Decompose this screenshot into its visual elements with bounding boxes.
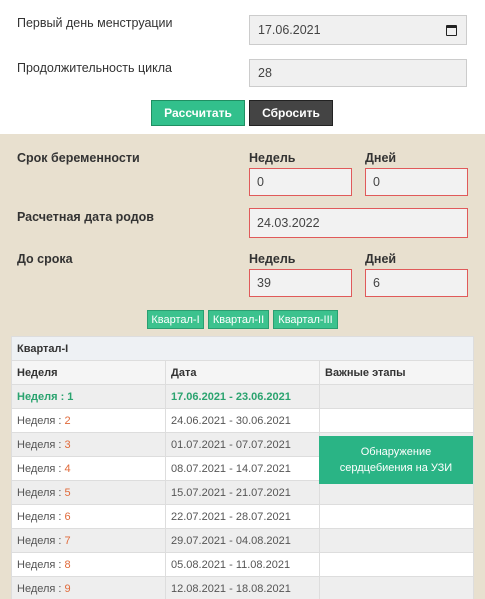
week-number: 3 — [64, 438, 71, 451]
due-date-field[interactable]: 24.03.2022 — [249, 208, 468, 238]
term-days-field[interactable]: 0 — [365, 168, 468, 196]
results-panel: Срок беременности Недель Дней 0 0 Расчет… — [0, 134, 485, 599]
week-cell: Неделя :6 — [12, 505, 166, 528]
table-caption: Квартал-I — [12, 337, 473, 361]
week-cell: Неделя :2 — [12, 409, 166, 432]
first-day-label: Первый день менструации — [17, 16, 173, 30]
remaining-days-label: Дней — [365, 252, 397, 266]
week-prefix: Неделя : — [17, 486, 62, 499]
tab-quarter-2[interactable]: Квартал-II — [208, 310, 269, 329]
milestone-cell — [320, 553, 473, 576]
table-row: Неделя :2 24.06.2021 - 30.06.2021 — [12, 409, 473, 433]
week-number: 5 — [64, 486, 71, 499]
week-prefix: Неделя : — [17, 414, 62, 427]
cycle-length-input[interactable]: 28 — [249, 59, 467, 87]
remaining-days-field[interactable]: 6 — [365, 269, 468, 297]
week-number: 7 — [64, 534, 71, 547]
week-prefix: Неделя : — [17, 558, 62, 571]
milestone-cell — [320, 577, 473, 599]
remaining-weeks-field[interactable]: 39 — [249, 269, 352, 297]
due-date-label: Расчетная дата родов — [17, 210, 154, 224]
term-days-label: Дней — [365, 151, 397, 165]
pregnancy-term-label: Срок беременности — [17, 151, 140, 165]
week-cell: Неделя :9 — [12, 577, 166, 599]
week-prefix: Неделя : — [17, 534, 62, 547]
milestone-cell — [320, 481, 473, 504]
week-prefix: Неделя : — [17, 390, 65, 403]
date-cell: 22.07.2021 - 28.07.2021 — [166, 505, 320, 528]
cycle-length-value: 28 — [258, 66, 272, 80]
calendar-icon[interactable] — [446, 25, 457, 36]
date-cell: 05.08.2021 - 11.08.2021 — [166, 553, 320, 576]
week-cell: Неделя :3 — [12, 433, 166, 456]
week-number: 8 — [64, 558, 71, 571]
first-day-date-input[interactable]: 17.06.2021 — [249, 15, 467, 45]
milestone-heartbeat: Обнаружение сердцебиения на УЗИ — [319, 436, 473, 484]
week-prefix: Неделя : — [17, 510, 62, 523]
tab-quarter-1[interactable]: Квартал-I — [147, 310, 204, 329]
date-cell: 24.06.2021 - 30.06.2021 — [166, 409, 320, 432]
milestone-cell — [320, 505, 473, 528]
table-row: Неделя :1 17.06.2021 - 23.06.2021 — [12, 385, 473, 409]
input-section: Первый день менструации 17.06.2021 Продо… — [0, 0, 485, 134]
date-cell: 01.07.2021 - 07.07.2021 — [166, 433, 320, 456]
week-number: 9 — [64, 582, 71, 595]
first-day-value: 17.06.2021 — [258, 23, 321, 37]
header-milestones: Важные этапы — [325, 366, 406, 379]
term-weeks-field[interactable]: 0 — [249, 168, 352, 196]
table-header: Неделя Дата Важные этапы — [12, 361, 473, 385]
week-cell: Неделя :5 — [12, 481, 166, 504]
reset-button[interactable]: Сбросить — [249, 100, 333, 126]
week-number: 2 — [64, 414, 71, 427]
week-number: 6 — [64, 510, 71, 523]
header-week: Неделя — [12, 361, 166, 384]
table-row: Неделя :8 05.08.2021 - 11.08.2021 — [12, 553, 473, 577]
calculate-button[interactable]: Рассчитать — [151, 100, 245, 126]
date-cell: 15.07.2021 - 21.07.2021 — [166, 481, 320, 504]
date-cell: 12.08.2021 - 18.08.2021 — [166, 577, 320, 599]
week-number: 4 — [64, 462, 71, 475]
week-cell: Неделя :7 — [12, 529, 166, 552]
milestone-cell — [320, 409, 473, 432]
week-cell: Неделя :8 — [12, 553, 166, 576]
date-cell: 29.07.2021 - 04.08.2021 — [166, 529, 320, 552]
milestone-cell — [320, 385, 473, 408]
week-cell: Неделя :4 — [12, 457, 166, 480]
header-date: Дата — [166, 361, 320, 384]
week-number: 1 — [67, 390, 74, 403]
table-row: Неделя :6 22.07.2021 - 28.07.2021 — [12, 505, 473, 529]
week-prefix: Неделя : — [17, 582, 62, 595]
date-cell: 17.06.2021 - 23.06.2021 — [166, 385, 320, 408]
week-prefix: Неделя : — [17, 438, 62, 451]
tab-quarter-3[interactable]: Квартал-III — [273, 310, 338, 329]
remaining-label: До срока — [17, 252, 73, 266]
table-row: Неделя :5 15.07.2021 - 21.07.2021 — [12, 481, 473, 505]
term-weeks-label: Недель — [249, 151, 296, 165]
milestone-cell — [320, 529, 473, 552]
remaining-weeks-label: Недель — [249, 252, 296, 266]
week-prefix: Неделя : — [17, 462, 62, 475]
week-cell: Неделя :1 — [12, 385, 166, 408]
date-cell: 08.07.2021 - 14.07.2021 — [166, 457, 320, 480]
table-row: Неделя :7 29.07.2021 - 04.08.2021 — [12, 529, 473, 553]
cycle-length-label: Продолжительность цикла — [17, 61, 172, 75]
table-row: Неделя :9 12.08.2021 - 18.08.2021 — [12, 577, 473, 599]
